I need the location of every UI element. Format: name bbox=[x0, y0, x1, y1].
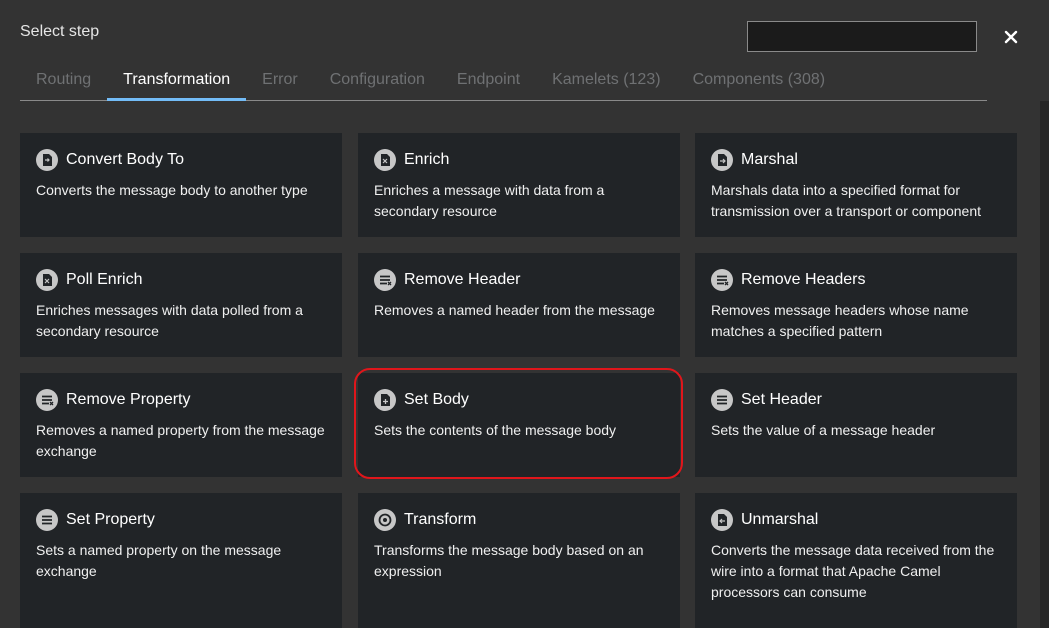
step-card-marshal[interactable]: Marshal Marshals data into a specified f… bbox=[695, 133, 1017, 237]
card-title: Marshal bbox=[741, 151, 798, 168]
file-add-icon bbox=[374, 389, 396, 411]
file-enrich-icon bbox=[36, 269, 58, 291]
card-title: Remove Header bbox=[404, 271, 521, 288]
transform-icon bbox=[374, 509, 396, 531]
step-card-remove-header[interactable]: Remove Header Removes a named header fro… bbox=[358, 253, 680, 357]
tab-components[interactable]: Components (308) bbox=[677, 60, 842, 100]
card-description: Sets the contents of the message body bbox=[374, 422, 617, 438]
dialog-title: Select step bbox=[20, 23, 100, 40]
file-import-icon bbox=[711, 509, 733, 531]
card-description: Removes a named property from the messag… bbox=[36, 422, 325, 459]
card-title: Enrich bbox=[404, 151, 450, 168]
card-title: Set Property bbox=[66, 511, 155, 528]
card-description: Converts the message data received from … bbox=[711, 542, 995, 600]
search-input[interactable] bbox=[747, 21, 977, 52]
card-title: Set Header bbox=[741, 391, 822, 408]
step-card-convert-body-to[interactable]: Convert Body To Converts the message bod… bbox=[20, 133, 342, 237]
tab-error[interactable]: Error bbox=[246, 60, 314, 100]
list-set-icon bbox=[36, 509, 58, 531]
card-title: Remove Headers bbox=[741, 271, 866, 288]
file-enrich-icon bbox=[374, 149, 396, 171]
file-convert-icon bbox=[36, 149, 58, 171]
card-description: Converts the message body to another typ… bbox=[36, 182, 308, 198]
tab-kamelets[interactable]: Kamelets (123) bbox=[536, 60, 677, 100]
list-remove-icon bbox=[711, 269, 733, 291]
tab-endpoint[interactable]: Endpoint bbox=[441, 60, 536, 100]
step-card-enrich[interactable]: Enrich Enriches a message with data from… bbox=[358, 133, 680, 237]
step-card-set-header[interactable]: Set Header Sets the value of a message h… bbox=[695, 373, 1017, 477]
card-title: Convert Body To bbox=[66, 151, 184, 168]
step-card-transform[interactable]: Transform Transforms the message body ba… bbox=[358, 493, 680, 628]
step-card-remove-headers[interactable]: Remove Headers Removes message headers w… bbox=[695, 253, 1017, 357]
card-description: Enriches a message with data from a seco… bbox=[374, 182, 605, 219]
list-remove-icon bbox=[374, 269, 396, 291]
step-card-set-property[interactable]: Set Property Sets a named property on th… bbox=[20, 493, 342, 628]
scrollbar[interactable] bbox=[1040, 101, 1049, 628]
tab-transformation[interactable]: Transformation bbox=[107, 60, 247, 101]
card-description: Sets the value of a message header bbox=[711, 422, 936, 438]
card-description: Marshals data into a specified format fo… bbox=[711, 182, 982, 219]
card-title: Unmarshal bbox=[741, 511, 819, 528]
card-description: Sets a named property on the message exc… bbox=[36, 542, 282, 579]
step-category-tabs: Routing Transformation Error Configurati… bbox=[20, 60, 987, 101]
card-title: Remove Property bbox=[66, 391, 191, 408]
close-icon bbox=[1004, 30, 1018, 44]
list-set-icon bbox=[711, 389, 733, 411]
step-card-remove-property[interactable]: Remove Property Removes a named property… bbox=[20, 373, 342, 477]
card-title: Poll Enrich bbox=[66, 271, 143, 288]
card-description: Removes a named header from the message bbox=[374, 302, 655, 318]
card-description: Transforms the message body based on an … bbox=[374, 542, 644, 579]
card-title: Set Body bbox=[404, 391, 469, 408]
select-step-dialog: Select step Routing Transformation Error… bbox=[0, 0, 1049, 628]
tab-routing[interactable]: Routing bbox=[20, 60, 107, 100]
card-title: Transform bbox=[404, 511, 477, 528]
file-export-icon bbox=[711, 149, 733, 171]
step-card-unmarshal[interactable]: Unmarshal Converts the message data rece… bbox=[695, 493, 1017, 628]
step-card-poll-enrich[interactable]: Poll Enrich Enriches messages with data … bbox=[20, 253, 342, 357]
tab-configuration[interactable]: Configuration bbox=[314, 60, 441, 100]
card-description: Enriches messages with data polled from … bbox=[36, 302, 303, 339]
close-button[interactable] bbox=[1000, 26, 1022, 48]
list-remove-icon bbox=[36, 389, 58, 411]
card-description: Removes message headers whose name match… bbox=[711, 302, 969, 339]
step-card-set-body[interactable]: Set Body Sets the contents of the messag… bbox=[358, 373, 680, 477]
